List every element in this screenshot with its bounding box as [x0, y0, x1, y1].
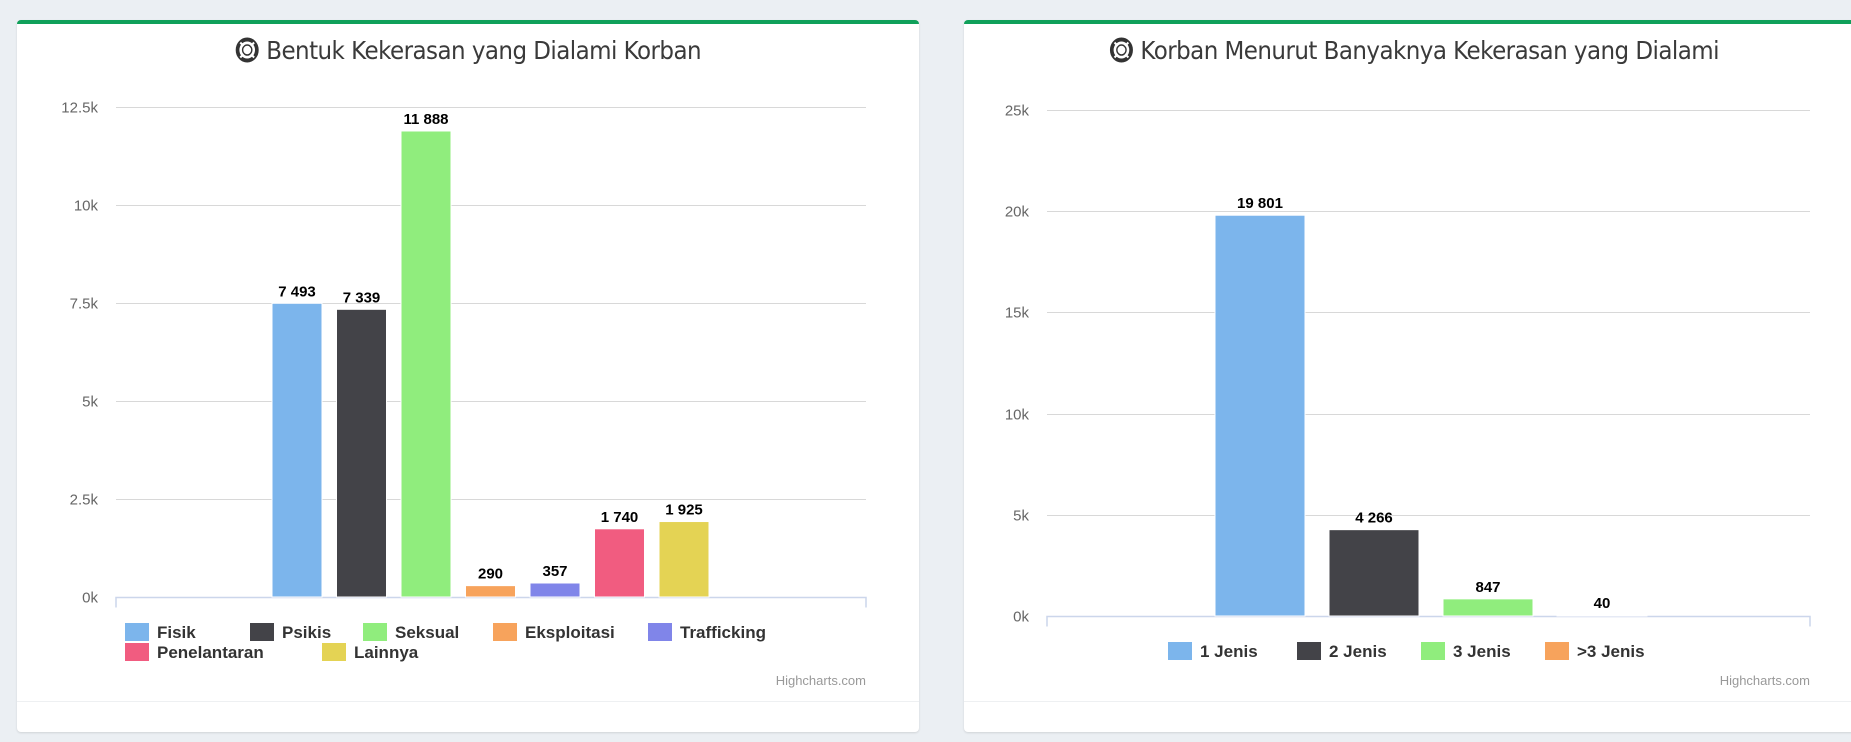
- legend-swatch: [125, 643, 149, 661]
- bar-chart-banyaknya-kekerasan: 0k 5k 10k 15k 20k 25k 19 801 4 266 847 40 1 Jenis 2…: [1005, 103, 1811, 688]
- data-label: 7 493: [278, 283, 316, 300]
- legend-label: Fisik: [157, 623, 196, 642]
- chart-card-bentuk-kekerasan: Bentuk Kekerasan yang Dialami Korban 0k 2…: [17, 20, 919, 732]
- bar-3-jenis[interactable]: [1442, 598, 1534, 617]
- legend-label: 3 Jenis: [1453, 642, 1511, 661]
- legend-label: 1 Jenis: [1200, 642, 1258, 661]
- legend-swatch: [1297, 642, 1321, 660]
- legend-swatch: [1168, 642, 1192, 660]
- y-axis-tick-label: 0k: [1013, 609, 1029, 626]
- data-label: 4 266: [1355, 510, 1393, 527]
- data-label: 7 339: [343, 289, 381, 306]
- y-axis-tick-label: 0k: [82, 590, 98, 607]
- y-axis-tick-label: 10k: [1005, 407, 1030, 424]
- legend-label: Eksploitasi: [525, 623, 615, 642]
- legend-label: 2 Jenis: [1329, 642, 1387, 661]
- y-axis-tick-label: 12.5k: [61, 100, 98, 117]
- legend-swatch: [363, 623, 387, 641]
- legend-item-2-jenis[interactable]: 2 Jenis: [1297, 642, 1387, 661]
- bar-3-jenis[interactable]: [1556, 614, 1648, 617]
- highcharts-credits-link[interactable]: Highcharts.com: [1720, 673, 1810, 688]
- legend-item-3-jenis[interactable]: >3 Jenis: [1545, 642, 1645, 661]
- legend-item-fisik[interactable]: Fisik: [125, 623, 196, 642]
- legend-label: Seksual: [395, 623, 459, 642]
- legend-item-lainnya[interactable]: Lainnya: [322, 643, 419, 662]
- legend-item-psikis[interactable]: Psikis: [250, 623, 331, 642]
- legend-item-penelantaran[interactable]: Penelantaran: [125, 643, 264, 662]
- data-label: 19 801: [1237, 195, 1283, 212]
- legend-label: Trafficking: [680, 623, 766, 642]
- highcharts-credits-link[interactable]: Highcharts.com: [776, 673, 866, 688]
- y-axis-tick-label: 15k: [1005, 305, 1030, 322]
- legend-swatch: [648, 623, 672, 641]
- bar-psikis[interactable]: [336, 308, 387, 598]
- y-axis-tick-label: 7.5k: [70, 296, 99, 313]
- bar-eksploitasi[interactable]: [465, 585, 516, 598]
- legend-item-1-jenis[interactable]: 1 Jenis: [1168, 642, 1258, 661]
- y-axis-tick-label: 5k: [1013, 508, 1029, 525]
- legend-swatch: [493, 623, 517, 641]
- data-label: 290: [478, 566, 503, 583]
- y-axis-tick-label: 20k: [1005, 204, 1030, 221]
- legend-swatch: [322, 643, 346, 661]
- bar-penelantaran[interactable]: [594, 528, 645, 598]
- legend-swatch: [125, 623, 149, 641]
- chart-card-banyaknya-kekerasan: Korban Menurut Banyaknya Kekerasan yang …: [964, 20, 1851, 732]
- legend-item-trafficking[interactable]: Trafficking: [648, 623, 766, 642]
- bar-fisik[interactable]: [271, 302, 323, 598]
- y-axis-tick-label: 10k: [74, 198, 99, 215]
- legend-item-eksploitasi[interactable]: Eksploitasi: [493, 623, 615, 642]
- legend-swatch: [1421, 642, 1445, 660]
- bar-lainnya[interactable]: [658, 521, 710, 598]
- data-label: 1 925: [665, 502, 703, 519]
- bar-1-jenis[interactable]: [1214, 214, 1306, 617]
- x-axis-line: [115, 596, 867, 608]
- y-axis-tick-label: 2.5k: [70, 492, 99, 509]
- legend-item-3-jenis[interactable]: 3 Jenis: [1421, 642, 1511, 661]
- y-axis-tick-label: 5k: [82, 394, 98, 411]
- data-label: 1 740: [601, 509, 639, 526]
- data-label: 847: [1475, 579, 1500, 596]
- x-axis-line: [1046, 615, 1811, 627]
- legend-label: Lainnya: [354, 643, 419, 662]
- data-label: 11 888: [403, 111, 448, 128]
- data-label: 357: [542, 563, 567, 580]
- legend-swatch: [250, 623, 274, 641]
- legend-label: >3 Jenis: [1577, 642, 1645, 661]
- legend-item-seksual[interactable]: Seksual: [363, 623, 459, 642]
- data-label: 40: [1594, 595, 1611, 612]
- y-axis-tick-label: 25k: [1005, 103, 1030, 120]
- card-footer: [964, 701, 1851, 732]
- legend-label: Penelantaran: [157, 643, 264, 662]
- legend-swatch: [1545, 642, 1569, 660]
- bar-seksual[interactable]: [400, 130, 452, 598]
- bar-2-jenis[interactable]: [1328, 529, 1420, 617]
- legend-label: Psikis: [282, 623, 331, 642]
- bar-trafficking[interactable]: [529, 582, 581, 598]
- card-footer: [17, 701, 919, 732]
- bar-chart-bentuk-kekerasan: 0k 2.5k 5k 7.5k 10k 12.5k 7 493 7 339 11 888 290 3…: [61, 100, 867, 688]
